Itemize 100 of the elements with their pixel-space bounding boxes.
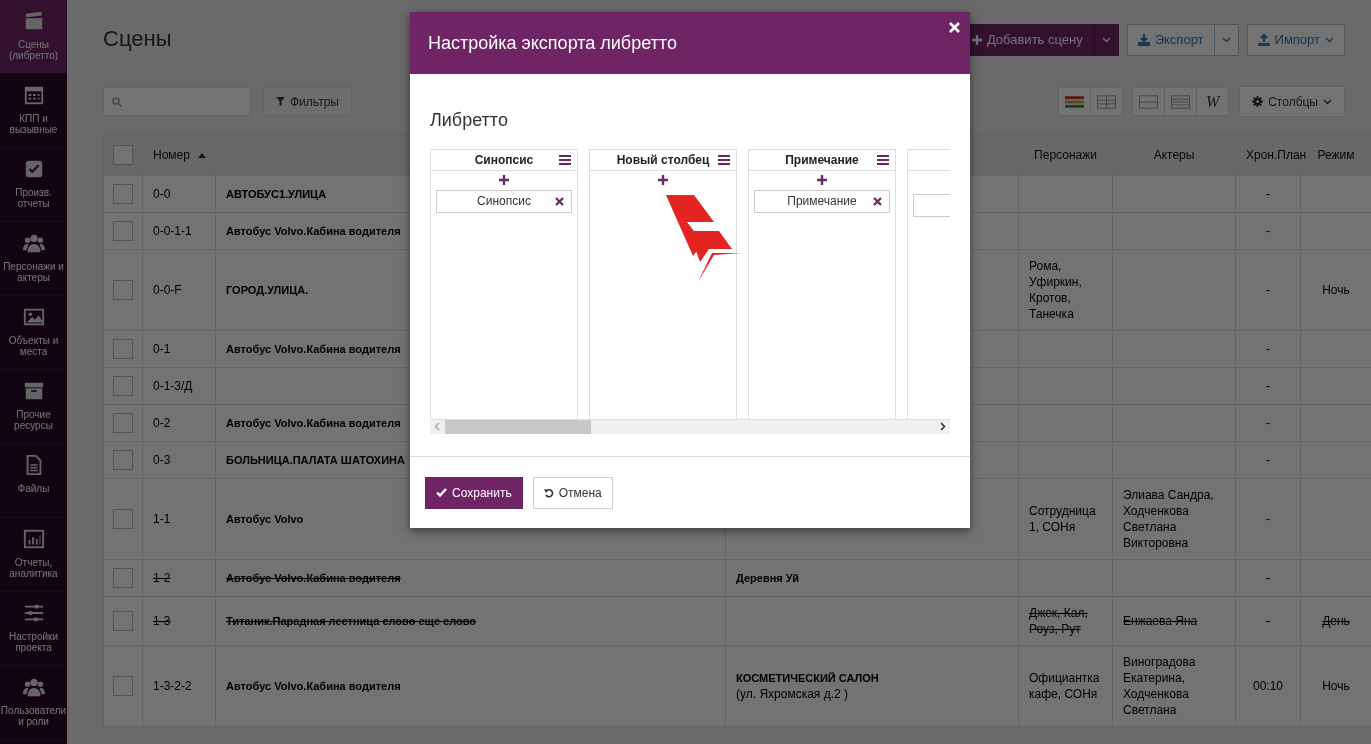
color-rows-icon <box>1065 94 1085 109</box>
checkbox[interactable] <box>113 676 133 696</box>
checkbox[interactable] <box>113 568 133 588</box>
menu-icon[interactable] <box>718 154 730 165</box>
remove-icon[interactable] <box>555 196 564 206</box>
check-icon <box>436 488 447 498</box>
sidebar-item[interactable]: КПП и вызывные <box>0 74 67 148</box>
view-button[interactable] <box>1058 87 1092 116</box>
sidebar-item[interactable]: Прочие ресурсы <box>0 370 67 444</box>
wrap-button[interactable]: W <box>1196 87 1230 116</box>
sidebar-item[interactable]: Пользователи и роли <box>0 666 67 740</box>
location-title: КОСМЕТИЧЕСКИЙ САЛОН <box>736 671 879 686</box>
table-cell: 0-1-3/Д <box>142 367 216 405</box>
checkbox[interactable] <box>113 221 133 241</box>
location-title: Деревня Уй <box>736 571 799 586</box>
chip-label: Примечание <box>787 193 857 211</box>
column-field-chip[interactable]: Синопсис <box>436 189 572 213</box>
table-cell: Автобус Volvo.Кабина водителя <box>215 645 726 727</box>
gear-icon <box>1252 96 1264 107</box>
list-rows-icon <box>1171 94 1191 109</box>
caret-icon <box>1323 98 1332 105</box>
split-rows-icon <box>1139 94 1159 109</box>
view-button[interactable] <box>1164 87 1198 116</box>
column-title: Синопсис <box>474 151 534 169</box>
checkbox[interactable] <box>113 376 133 396</box>
table-cell: Джек, Кал, Роуз, Рут <box>1018 596 1113 646</box>
table-cell: 0-1 <box>142 330 216 368</box>
table-cell: Енжаева Яна <box>1112 596 1236 646</box>
column-header[interactable]: Актеры <box>1153 146 1195 164</box>
caret-icon <box>1221 37 1231 43</box>
checkbox[interactable] <box>113 450 133 470</box>
table-cell: Элиава Сандра, Ходченкова Светлана Викторовна <box>1112 478 1236 560</box>
menu-icon[interactable] <box>877 154 889 165</box>
checkbox[interactable] <box>113 413 133 433</box>
table-cell: - <box>1235 478 1301 560</box>
plus-icon[interactable] <box>658 174 668 185</box>
sidebar-item[interactable]: Отчеты, аналитика <box>0 518 67 592</box>
view-button[interactable] <box>1132 87 1166 116</box>
table-cell: 0-0 <box>142 175 216 213</box>
close-icon[interactable] <box>949 22 960 33</box>
column-field-chip[interactable]: Примечание <box>754 189 890 213</box>
search-icon <box>112 96 122 107</box>
sidebar-item[interactable]: Файлы <box>0 444 67 518</box>
table-cell: - <box>1235 212 1301 250</box>
cancel-button[interactable]: Отмена <box>532 476 613 509</box>
table-cell: Титаник.Парадная лестница слово еще слово <box>215 596 726 646</box>
action-button[interactable]: Экспорт <box>1126 24 1215 56</box>
sidebar-item[interactable]: Сцены (либретто) <box>0 0 67 74</box>
table-cell: Виноградова Екатерина, Ходченкова Светлана <box>1112 645 1236 727</box>
table-cell: - <box>1235 404 1301 442</box>
checkbox[interactable] <box>113 339 133 359</box>
sidebar-item[interactable]: Объекты и места <box>0 296 67 370</box>
archive-box-icon <box>22 380 45 402</box>
upload-icon <box>1257 34 1270 46</box>
grid-icon <box>1097 94 1117 109</box>
undo-icon <box>543 487 554 498</box>
column-header[interactable]: Хрон.План <box>1246 146 1307 164</box>
download-icon <box>1137 34 1150 46</box>
plus-icon[interactable] <box>817 174 827 185</box>
table-cell: - <box>1235 249 1301 331</box>
table-cell: 0-0-F <box>142 249 216 331</box>
dropdown-toggle[interactable] <box>1214 24 1239 56</box>
dropdown-toggle[interactable] <box>1093 24 1119 56</box>
columns-button[interactable]: Столбцы <box>1239 86 1345 117</box>
table-cell: 0-2 <box>142 404 216 442</box>
sidebar-item[interactable]: Настройки проекта <box>0 592 67 666</box>
section-title: Либретто <box>430 110 509 132</box>
checkbox[interactable] <box>113 509 133 529</box>
remove-icon[interactable] <box>873 196 882 206</box>
checkbox[interactable] <box>113 184 133 204</box>
page-title: Сцены <box>103 26 172 53</box>
sidebar-item[interactable]: Произв. отчеты <box>0 148 67 222</box>
table-cell: - <box>1235 175 1301 213</box>
table-cell: 0-0-1-1 <box>142 212 216 250</box>
caret-icon <box>1325 37 1334 43</box>
checkbox[interactable] <box>113 145 133 165</box>
table-cell: Официантка кафе, СОНя <box>1018 645 1113 727</box>
table-cell: - <box>1235 367 1301 405</box>
table-cell: 1-3 <box>142 596 216 646</box>
modal-title: Настройка экспорта либретто <box>428 31 677 55</box>
action-button[interactable]: Импорт <box>1246 24 1345 56</box>
filter-button[interactable]: Фильтры <box>263 87 352 116</box>
image-icon <box>22 306 45 328</box>
calendar-icon <box>22 84 45 106</box>
table-cell: 1-2 <box>142 559 216 597</box>
table-cell: Сотрудница 1, СОНя <box>1018 478 1113 560</box>
view-button[interactable] <box>1090 87 1124 116</box>
sidebar-item[interactable]: Персонажи и актеры <box>0 222 67 296</box>
menu-icon[interactable] <box>559 154 571 165</box>
search-field[interactable] <box>103 87 251 116</box>
table-cell: 1-3-2-2 <box>142 645 216 727</box>
checkbox[interactable] <box>113 280 133 300</box>
location-address: (ул. Яхромская д.2 ) <box>736 686 850 702</box>
plus-icon[interactable] <box>499 174 509 185</box>
checkbox[interactable] <box>113 611 133 631</box>
table-cell: - <box>1235 559 1301 597</box>
save-button[interactable]: Сохранить <box>425 476 523 509</box>
people-icon <box>22 676 45 698</box>
filter-icon <box>276 97 285 106</box>
table-cell: Автобус Volvo.Кабина водителя <box>215 559 726 597</box>
